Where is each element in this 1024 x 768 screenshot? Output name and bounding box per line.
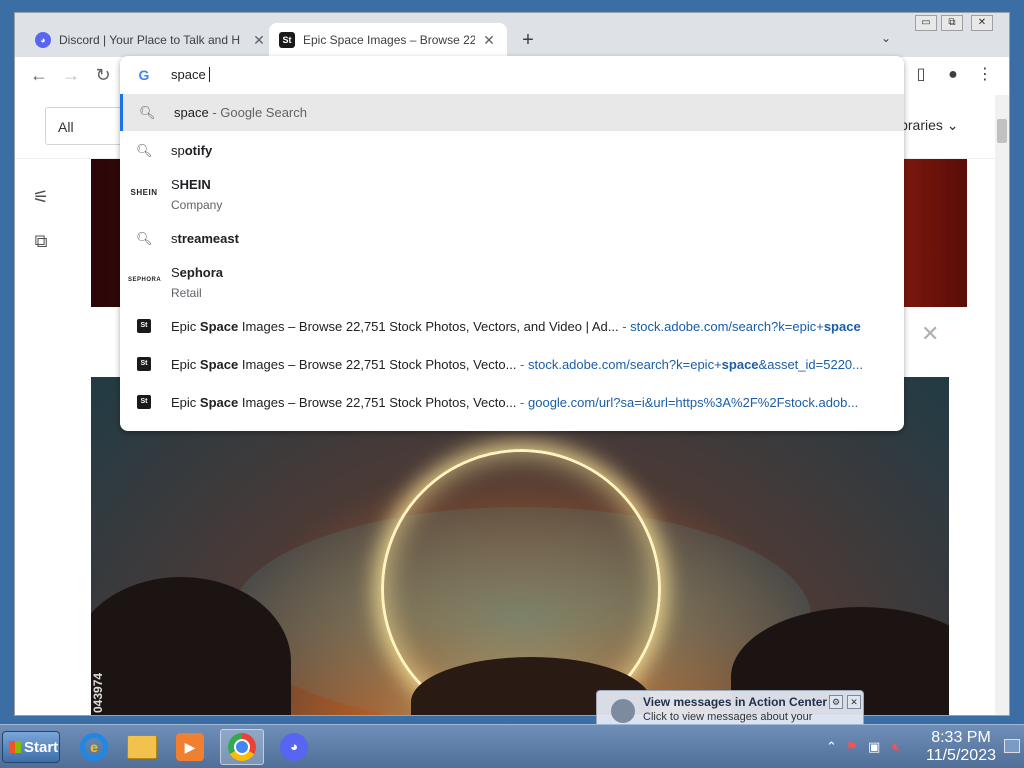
clock-date: 11/5/2023 [926, 747, 996, 764]
back-button[interactable]: ← [27, 65, 51, 87]
volume-muted-icon[interactable]: 🔇︎ [892, 739, 900, 755]
sidebar-tools: ⚟ ⧉ [29, 187, 53, 275]
close-icon[interactable]: ✕ [251, 32, 267, 49]
filters-icon[interactable]: ⚟ [29, 187, 53, 211]
discord-icon: ◕ [35, 32, 51, 48]
folder-icon [127, 735, 157, 759]
close-icon[interactable]: ✕ [847, 695, 861, 709]
show-desktop-button[interactable] [1004, 739, 1020, 753]
sephora-logo-icon: SEPHORA [128, 277, 162, 283]
search-icon: 🔍︎ [139, 105, 156, 120]
notification-title: View messages in Action Center [643, 695, 828, 709]
shein-logo-icon: SHEIN [130, 188, 158, 197]
close-window-button[interactable]: ✕ [971, 15, 993, 31]
side-panel-button[interactable]: ▯ [909, 65, 933, 87]
taskbar-internet-explorer[interactable]: e [72, 729, 116, 765]
network-icon[interactable]: ▣ [868, 739, 880, 755]
windows-logo-icon [9, 741, 21, 753]
action-center-flag-icon [611, 699, 635, 723]
scrollbar[interactable] [995, 95, 1009, 715]
taskbar-discord[interactable]: ◕ [272, 729, 316, 765]
adobe-stock-icon: St [279, 32, 295, 48]
restore-button[interactable]: ⧉ [941, 15, 963, 31]
suggestion-spotify[interactable]: 🔍︎ spotify [120, 131, 904, 169]
address-bar[interactable]: G space [120, 56, 904, 94]
clock[interactable]: 8:33 PM 11/5/2023 [916, 729, 1006, 765]
tab-search-button[interactable]: ⌄ [881, 31, 891, 45]
asset-id-watermark: 043974 [91, 672, 105, 713]
search-similar-icon[interactable]: ⧉ [29, 231, 53, 255]
suggestion-history-adobe-stock[interactable]: St Epic Space Images – Browse 22,751 Sto… [120, 345, 904, 383]
close-icon[interactable]: ✕ [921, 321, 939, 347]
adobe-stock-icon: St [137, 395, 151, 409]
chrome-icon [228, 733, 256, 761]
libraries-dropdown[interactable]: ibraries ⌄ [897, 117, 959, 134]
browser-menu-button[interactable]: ⋮ [973, 65, 997, 87]
suggestion-history-adobe-stock[interactable]: St Epic Space Images – Browse 22,751 Sto… [120, 307, 904, 345]
suggestion-streameast[interactable]: 🔍︎ streameast [120, 219, 904, 257]
adobe-stock-icon: St [137, 357, 151, 371]
suggestion-subtitle: Company [171, 198, 223, 212]
chevron-down-icon: ⌄ [946, 117, 959, 133]
discord-icon: ◕ [280, 733, 308, 761]
suggestion-history-google-url[interactable]: St Epic Space Images – Browse 22,751 Sto… [120, 383, 904, 421]
minimize-button[interactable]: ▭ [915, 15, 937, 31]
text-caret [208, 67, 210, 82]
search-icon: 🔍︎ [136, 143, 153, 158]
taskbar-file-explorer[interactable] [120, 729, 164, 765]
tab-adobe-stock[interactable]: St Epic Space Images – Browse 22,7 ✕ [269, 23, 507, 57]
media-player-icon: ▶ [176, 733, 204, 761]
start-button[interactable]: Start [2, 731, 60, 763]
adobe-stock-icon: St [137, 319, 151, 333]
suggestion-sephora[interactable]: SEPHORA Sephora Retail [120, 257, 904, 307]
profile-avatar[interactable]: ● [941, 65, 965, 87]
tab-strip: ◕ Discord | Your Place to Talk and H ✕ S… [15, 13, 1009, 57]
taskbar-media-player[interactable]: ▶ [168, 729, 212, 765]
clock-time: 8:33 PM [931, 729, 991, 746]
search-icon: 🔍︎ [136, 231, 153, 246]
tab-title: Discord | Your Place to Talk and H [59, 33, 240, 47]
action-center-notification[interactable]: View messages in Action Center Click to … [596, 690, 864, 735]
settings-icon[interactable]: ⚙ [829, 695, 843, 709]
taskbar: Start e ▶ ◕ ⌃ ⚑ ▣ 🔇︎ 8:33 PM 11/5/2023 [0, 724, 1024, 768]
tab-discord[interactable]: ◕ Discord | Your Place to Talk and H ✕ [25, 23, 277, 57]
show-hidden-icons-icon[interactable]: ⌃ [826, 739, 837, 755]
google-icon: G [138, 67, 150, 83]
suggestion-subtitle: Retail [171, 286, 202, 300]
suggestion-google-search[interactable]: 🔍︎ space - Google Search [120, 94, 904, 131]
close-icon[interactable]: ✕ [481, 32, 497, 49]
tab-title: Epic Space Images – Browse 22,7 [303, 33, 475, 47]
new-tab-button[interactable]: + [515, 29, 541, 53]
forward-button[interactable]: → [59, 65, 83, 87]
content-type-select[interactable]: All [45, 107, 125, 145]
scrollbar-thumb[interactable] [997, 119, 1007, 143]
suggestion-shein[interactable]: SHEIN SHEIN Company [120, 169, 904, 219]
taskbar-chrome[interactable] [220, 729, 264, 765]
internet-explorer-icon: e [80, 733, 108, 761]
action-center-icon[interactable]: ⚑ [846, 739, 858, 755]
omnibox-dropdown: G space 🔍︎ space - Google Search 🔍︎ spot… [120, 56, 904, 431]
address-input[interactable]: space [171, 67, 210, 82]
reload-button[interactable]: ↻ [91, 65, 115, 87]
